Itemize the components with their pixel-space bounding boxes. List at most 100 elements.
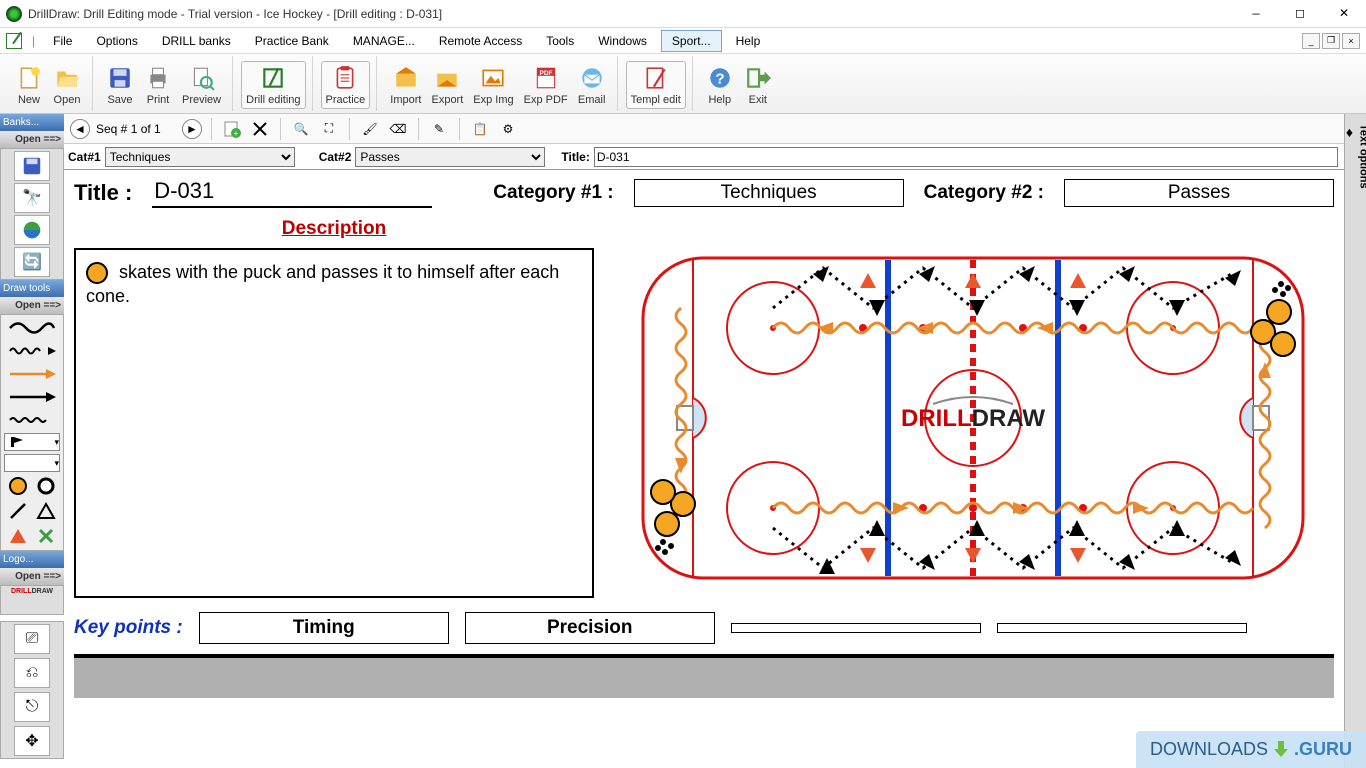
eraser-button[interactable]: ⌫ [387,118,409,140]
seq-next-button[interactable]: ► [182,119,202,139]
tool-triangle-filled[interactable] [6,525,30,547]
tool-black-arrow[interactable] [4,387,60,407]
menu-sport[interactable]: Sport... [661,30,722,52]
edit-icon[interactable] [6,33,22,49]
export-image-button[interactable]: Exp Img [468,61,518,109]
document-area: Title : D-031 Category #1 : Techniques C… [64,170,1344,768]
menu-practice-bank[interactable]: Practice Bank [245,31,339,51]
tool-circle-filled[interactable] [6,475,30,497]
layout-tool-4[interactable]: ✥ [14,726,50,756]
drawtools-panel-header[interactable]: Draw tools [0,280,64,297]
menu-drill-banks[interactable]: DRILL banks [152,31,241,51]
svg-text:DRILLDRAW: DRILLDRAW [901,405,1045,432]
layout-tool-2[interactable]: ⎌ [14,658,50,688]
tool-diagonal-line[interactable] [6,500,30,522]
email-button[interactable]: Email [573,61,611,109]
tool-curvy-line[interactable] [4,318,60,338]
bank-globe-icon[interactable] [14,215,50,245]
import-button[interactable]: Import [385,61,426,109]
cat2-label: Cat#2 [315,150,356,164]
menu-bar: | File Options DRILL banks Practice Bank… [0,28,1366,54]
save-button[interactable]: Save [101,61,139,109]
export-pdf-button[interactable]: PDF Exp PDF [519,61,573,109]
logo-panel-header[interactable]: Logo... [0,551,64,568]
title-input[interactable] [594,147,1338,167]
brush-button[interactable]: 🖌 [359,118,381,140]
seq-delete-button[interactable] [249,118,271,140]
save-floppy-icon [106,64,134,92]
seq-indicator: Seq # 1 of 1 [96,122,176,136]
logo-open-toggle[interactable]: Open ==> [0,568,64,585]
window-close-button[interactable]: ✕ [1322,0,1366,28]
banks-panel-header[interactable]: Banks... [0,114,64,131]
keypoint-1[interactable]: Timing [199,612,449,644]
mdi-minimize-button[interactable]: _ [1302,33,1320,49]
text-options-tab[interactable]: ♦Text options [1344,114,1366,768]
tool-triangle-outline[interactable] [34,500,58,522]
tool-small-wave[interactable] [4,410,60,430]
import-icon [392,64,420,92]
template-edit-button[interactable]: Templ edit [626,61,686,109]
seq-add-button[interactable]: + [221,118,243,140]
menu-help[interactable]: Help [726,31,771,51]
exit-button[interactable]: Exit [739,61,777,109]
cat1-select[interactable]: Techniques [105,147,295,167]
export-button[interactable]: Export [426,61,468,109]
keypoint-4[interactable] [997,623,1247,633]
mdi-close-button[interactable]: × [1342,33,1360,49]
menu-options[interactable]: Options [86,31,147,51]
bank-binoculars-icon[interactable]: 🔭 [14,183,50,213]
menu-tools[interactable]: Tools [536,31,584,51]
doc-title-value[interactable]: D-031 [152,178,432,208]
description-box[interactable]: skates with the puck and passes it to hi… [74,248,594,598]
menu-file[interactable]: File [43,31,82,51]
menu-manage[interactable]: MANAGE... [343,31,425,51]
window-title: DrillDraw: Drill Editing mode - Trial ve… [28,7,1234,21]
bank-refresh-icon[interactable]: 🔄 [14,247,50,277]
tool-blank-select[interactable]: ▾ [4,454,60,472]
new-button[interactable]: New [10,61,48,109]
keypoint-3[interactable] [731,623,981,633]
tool-wavy-arrow[interactable] [4,341,60,361]
menu-windows[interactable]: Windows [588,31,657,51]
layout-tool-3[interactable]: ⎋ [14,692,50,722]
tool-orange-arrow[interactable] [4,364,60,384]
practice-button[interactable]: Practice [321,61,371,109]
player-puck-icon [86,262,108,284]
fit-button[interactable]: ⛶ [318,118,340,140]
banks-open-toggle[interactable]: Open ==> [0,131,64,148]
mdi-restore-button[interactable]: ❐ [1322,33,1340,49]
settings-button[interactable]: ⚙ [497,118,519,140]
bank-disk-icon[interactable] [14,151,50,181]
email-icon [578,64,606,92]
rink-diagram[interactable]: DRILLDRAW [612,248,1334,588]
logo-preview: DRILLDRAW [11,588,53,595]
download-icon [1272,741,1290,759]
clipboard-button[interactable]: 📋 [469,118,491,140]
edit-object-button[interactable]: ✎ [428,118,450,140]
preview-icon [188,64,216,92]
preview-button[interactable]: Preview [177,61,226,109]
window-minimize-button[interactable]: — [1234,0,1278,28]
window-maximize-button[interactable]: ◻ [1278,0,1322,28]
doc-title-label: Title : [74,180,132,206]
cat2-select[interactable]: Passes [355,147,545,167]
layout-tool-1[interactable]: ⎚ [14,624,50,654]
open-button[interactable]: Open [48,61,86,109]
zoom-button[interactable]: 🔍 [290,118,312,140]
seq-prev-button[interactable]: ◄ [70,119,90,139]
doc-cat2-value[interactable]: Passes [1064,179,1334,207]
tool-circle-outline[interactable] [34,475,58,497]
doc-cat1-value[interactable]: Techniques [634,179,904,207]
category-bar: Cat#1 Techniques Cat#2 Passes Title: [64,144,1344,170]
drawtools-open-toggle[interactable]: Open ==> [0,297,64,314]
keypoints-row: Key points : Timing Precision [74,612,1334,644]
keypoints-label: Key points : [74,617,183,639]
menu-remote-access[interactable]: Remote Access [429,31,532,51]
print-button[interactable]: Print [139,61,177,109]
keypoint-2[interactable]: Precision [465,612,715,644]
tool-flag-select[interactable]: ▾ [4,433,60,451]
drill-editing-button[interactable]: Drill editing [241,61,305,109]
help-button[interactable]: ? Help [701,61,739,109]
tool-delete-x[interactable] [34,525,58,547]
